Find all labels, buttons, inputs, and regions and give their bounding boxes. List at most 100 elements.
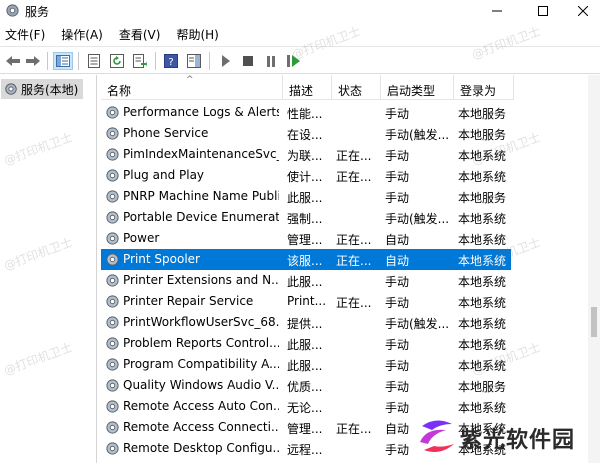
service-gear-icon bbox=[106, 400, 119, 413]
table-row[interactable]: Plug and Play 使计... 正在... 手动 本地系统 bbox=[101, 165, 511, 186]
service-description: 此服... bbox=[287, 338, 323, 352]
maximize-button[interactable] bbox=[520, 0, 566, 22]
service-description: 此服... bbox=[287, 191, 323, 205]
menu-action[interactable]: 操作(A) bbox=[61, 26, 103, 43]
export-list-button[interactable] bbox=[130, 52, 150, 70]
service-startup-type: 手动 bbox=[385, 359, 410, 373]
back-button[interactable] bbox=[3, 52, 23, 70]
service-description: 在设... bbox=[287, 128, 323, 142]
column-header-status[interactable]: 状态 bbox=[332, 75, 381, 100]
service-startup-type: 手动 bbox=[385, 296, 410, 310]
toolbar-separator bbox=[209, 52, 210, 70]
console-tree-icon bbox=[56, 55, 70, 67]
column-header-logon-as[interactable]: 登录为 bbox=[454, 75, 514, 100]
menu-file[interactable]: 文件(F) bbox=[5, 26, 45, 43]
service-gear-icon bbox=[106, 253, 119, 266]
table-row[interactable]: Program Compatibility A... 此服... 手动 本地系统 bbox=[101, 354, 511, 375]
table-row[interactable]: Printer Extensions and N... 此服... 手动 本地系统 bbox=[101, 270, 511, 291]
minimize-button[interactable] bbox=[474, 0, 520, 22]
service-startup-type: 手动 bbox=[385, 149, 410, 163]
service-description: 优质... bbox=[287, 380, 323, 394]
pause-service-button[interactable] bbox=[261, 52, 281, 70]
service-name: PrintWorkflowUserSvc_68... bbox=[123, 315, 279, 329]
column-header-startup-label: 启动类型 bbox=[387, 84, 436, 98]
service-name: PimIndexMaintenanceSvc_68... bbox=[123, 147, 279, 161]
brand-name: 紫光软件园 bbox=[460, 428, 576, 453]
column-header-desc[interactable]: 描述 bbox=[283, 75, 332, 100]
toolbar-separator bbox=[47, 52, 48, 70]
service-name: PNRP Machine Name Publi... bbox=[123, 189, 279, 203]
services-list: 名称 ^ 描述 状态 启动类型 登录为 Performance Logs & A… bbox=[101, 75, 600, 463]
help-icon: ? bbox=[164, 54, 178, 68]
table-row[interactable]: Print Spooler 该服... 正在... 自动 本地系统 bbox=[101, 249, 511, 270]
menu-view[interactable]: 查看(V) bbox=[119, 26, 161, 43]
help-button[interactable]: ? bbox=[161, 52, 181, 70]
services-gear-icon bbox=[5, 83, 17, 95]
service-name: Remote Access Connecti... bbox=[123, 420, 279, 434]
service-logon-as: 本地系统 bbox=[458, 254, 507, 268]
properties-button[interactable] bbox=[84, 52, 104, 70]
show-tree-button[interactable] bbox=[53, 52, 73, 70]
stop-service-button[interactable] bbox=[238, 52, 258, 70]
table-row[interactable]: Printer Repair Service Print... 正在... 手动 本地系… bbox=[101, 291, 511, 312]
stop-icon bbox=[243, 56, 253, 66]
scrollbar-thumb[interactable] bbox=[591, 307, 597, 337]
service-name: Print Spooler bbox=[123, 252, 200, 266]
menu-help[interactable]: 帮助(H) bbox=[176, 26, 218, 43]
maximize-icon bbox=[538, 6, 548, 16]
toolbar-separator bbox=[155, 52, 156, 70]
tree-item-label: 服务(本地) bbox=[21, 82, 79, 97]
toolbar: ? bbox=[0, 46, 600, 74]
svg-text:?: ? bbox=[168, 57, 173, 68]
service-startup-type: 手动(触发... bbox=[385, 317, 450, 331]
service-status: 正在... bbox=[336, 422, 372, 436]
vertical-scrollbar[interactable] bbox=[588, 75, 600, 463]
service-logon-as: 本地系统 bbox=[458, 233, 507, 247]
service-gear-icon bbox=[106, 190, 119, 203]
console-tree: 服务(本地) bbox=[0, 75, 97, 463]
table-row[interactable]: Performance Logs & Alerts 性能... 手动 本地服务 bbox=[101, 102, 511, 123]
table-row[interactable]: PimIndexMaintenanceSvc_68... 为联... 正在... 手动… bbox=[101, 144, 511, 165]
restart-service-button[interactable] bbox=[284, 52, 304, 70]
service-startup-type: 手动 bbox=[385, 338, 410, 352]
table-row[interactable]: Power 管理... 正在... 自动 本地系统 bbox=[101, 228, 511, 249]
service-startup-type: 手动 bbox=[385, 380, 410, 394]
service-gear-icon bbox=[106, 337, 119, 350]
title-bar[interactable]: 服务 bbox=[0, 0, 600, 22]
services-window: 服务 文件(F) 操作(A) 查看(V) 帮助(H) ? 服务(本地) 名称 ^… bbox=[0, 0, 600, 463]
service-status: 正在... bbox=[336, 149, 372, 163]
menu-bar: 文件(F) 操作(A) 查看(V) 帮助(H) bbox=[0, 24, 600, 44]
service-description: 无论... bbox=[287, 401, 323, 415]
table-row[interactable]: Portable Device Enumerator... 强制... 手动(触发.… bbox=[101, 207, 511, 228]
service-gear-icon bbox=[106, 421, 119, 434]
export-list-icon bbox=[133, 54, 147, 68]
close-button[interactable] bbox=[566, 0, 600, 22]
service-description: 该服... bbox=[287, 254, 323, 268]
table-row[interactable]: PrintWorkflowUserSvc_68... 提供... 手动(触发... 本… bbox=[101, 312, 511, 333]
service-startup-type: 手动(触发... bbox=[385, 128, 450, 142]
service-startup-type: 自动 bbox=[385, 254, 410, 268]
refresh-button[interactable] bbox=[107, 52, 127, 70]
forward-button[interactable] bbox=[23, 52, 43, 70]
service-name: Plug and Play bbox=[123, 168, 205, 182]
service-gear-icon bbox=[106, 379, 119, 392]
service-description: 管理... bbox=[287, 422, 323, 436]
column-header-name[interactable]: 名称 ^ bbox=[101, 75, 283, 100]
play-icon bbox=[222, 55, 230, 67]
service-startup-type: 自动 bbox=[385, 233, 410, 247]
table-row[interactable]: Problem Reports Control... 此服... 手动 本地系统 bbox=[101, 333, 511, 354]
start-service-button[interactable] bbox=[216, 52, 236, 70]
table-row[interactable]: PNRP Machine Name Publi... 此服... 手动 本地服务 bbox=[101, 186, 511, 207]
service-description: 强制... bbox=[287, 212, 323, 226]
service-status: 正在... bbox=[336, 254, 372, 268]
column-header-startup-type[interactable]: 启动类型 bbox=[381, 75, 454, 100]
minimize-icon bbox=[492, 10, 502, 12]
tree-item-services-local[interactable]: 服务(本地) bbox=[1, 79, 83, 99]
service-gear-icon bbox=[106, 232, 119, 245]
show-action-pane-button[interactable] bbox=[184, 52, 204, 70]
service-status: 正在... bbox=[336, 296, 372, 310]
table-row[interactable]: Quality Windows Audio V... 优质... 手动 本地服务 bbox=[101, 375, 511, 396]
action-pane-icon bbox=[187, 54, 201, 68]
table-row[interactable]: Phone Service 在设... 手动(触发... 本地服务 bbox=[101, 123, 511, 144]
service-logon-as: 本地系统 bbox=[458, 170, 507, 184]
